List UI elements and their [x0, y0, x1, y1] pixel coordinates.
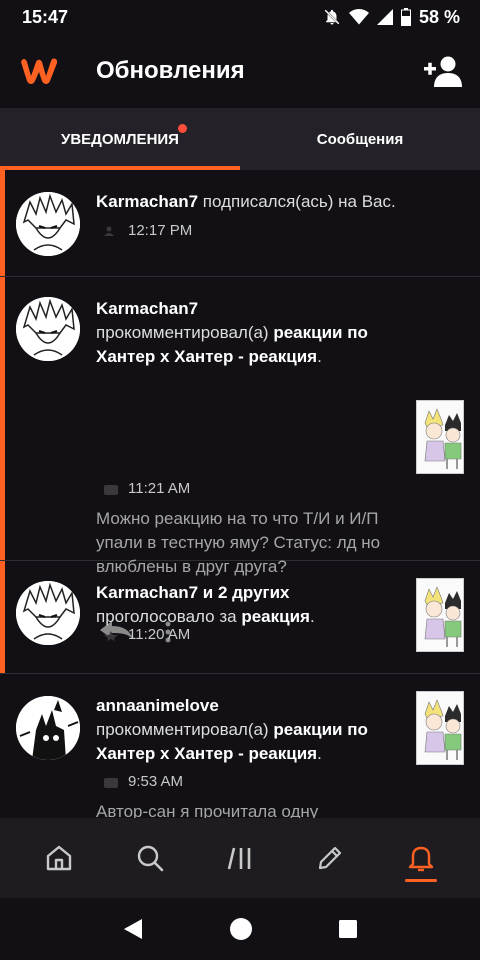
notification-time: 11:21 AM	[128, 480, 191, 497]
notification-user[interactable]: Karmachan7	[96, 299, 198, 318]
add-user-icon[interactable]	[424, 55, 462, 87]
tab-messages[interactable]: Сообщения	[240, 108, 480, 170]
notification-user[interactable]: Karmachan7	[96, 192, 198, 211]
avatar-image	[16, 192, 80, 256]
story-cover-image	[417, 692, 463, 764]
notification-text: Karmachan7 и 2 других проголосовало за р…	[96, 581, 406, 629]
tab-messages-label: Сообщения	[316, 130, 404, 148]
tab-notifications[interactable]: УВЕДОМЛЕНИЯ	[0, 108, 240, 170]
notification-item[interactable]: Karmachan7 прокомментировал(а) реакции п…	[0, 277, 480, 643]
avatar[interactable]	[16, 581, 80, 645]
notification-text: Karmachan7 подписался(ась) на Вас.	[96, 190, 416, 214]
notification-item[interactable]: Karmachan7 подписался(ась) на Вас. 12:17…	[0, 170, 480, 277]
notification-list[interactable]: Karmachan7 подписался(ась) на Вас. 12:17…	[0, 170, 480, 818]
tab-notifications-label: УВЕДОМЛЕНИЯ	[61, 130, 179, 148]
mute-notifications-icon	[324, 9, 340, 25]
status-icons: 58 %	[323, 7, 460, 28]
nav-notifications[interactable]	[391, 828, 451, 888]
period: .	[317, 347, 322, 366]
home-icon	[46, 845, 72, 871]
nav-write[interactable]	[300, 828, 360, 888]
period: .	[309, 607, 315, 626]
avatar-image	[16, 297, 80, 361]
home-button-icon[interactable]	[229, 917, 253, 941]
app-header: Обновления	[0, 34, 480, 108]
wattpad-logo-icon[interactable]	[18, 56, 60, 86]
comment-preview: Автор-сан я прочитала одну	[96, 802, 319, 818]
tab-bar: УВЕДОМЛЕНИЯ Сообщения	[0, 108, 480, 170]
story-cover-image	[417, 579, 463, 651]
write-icon	[319, 846, 342, 870]
story-cover-thumbnail[interactable]	[416, 578, 464, 652]
notification-action: прокомментировал(а)	[96, 720, 269, 739]
notification-item[interactable]: Karmachan7 и 2 других проголосовало за р…	[0, 561, 480, 674]
vote-type-icon	[104, 631, 118, 641]
story-cover-thumbnail[interactable]	[416, 400, 464, 474]
nav-home[interactable]	[29, 828, 89, 888]
avatar[interactable]	[16, 192, 80, 256]
notification-time: 11:20 AM	[128, 626, 191, 643]
status-time: 15:47	[22, 6, 69, 27]
nav-search[interactable]	[120, 828, 180, 888]
follow-type-icon	[104, 226, 114, 236]
story-cover-image	[417, 401, 463, 473]
notification-item[interactable]: annaanimelove прокомментировал(а) реакци…	[0, 674, 480, 818]
notification-text: Karmachan7 прокомментировал(а) реакции п…	[96, 297, 396, 369]
comment-type-icon	[104, 485, 118, 495]
page-title: Обновления	[96, 57, 245, 84]
unread-dot	[178, 124, 187, 133]
notification-text: annaanimelove прокомментировал(а) реакци…	[96, 694, 406, 766]
notification-action: прокомментировал(а)	[96, 323, 269, 342]
bottom-nav	[0, 818, 480, 898]
notifications-bell-icon	[408, 846, 433, 872]
system-nav-bar	[0, 898, 480, 960]
period: .	[317, 744, 322, 763]
notification-action: подписался(ась) на Вас.	[202, 192, 396, 211]
cell-signal-icon	[376, 9, 393, 25]
notification-user[interactable]: annaanimelove	[96, 696, 219, 715]
comment-type-icon	[104, 778, 118, 788]
notification-action: проголосовало за	[96, 607, 237, 626]
notification-time: 12:17 PM	[128, 222, 193, 239]
status-bar: 15:47 58 %	[0, 0, 480, 34]
avatar[interactable]	[16, 696, 80, 760]
recents-icon[interactable]	[338, 919, 358, 939]
wifi-icon	[348, 9, 369, 25]
avatar-image	[16, 581, 80, 645]
battery-icon	[400, 8, 411, 26]
notification-time: 9:53 AM	[128, 773, 184, 790]
avatar[interactable]	[16, 297, 80, 361]
nav-library[interactable]	[210, 828, 270, 888]
battery-percent: 58 %	[418, 6, 460, 27]
back-icon[interactable]	[122, 917, 144, 941]
notification-user[interactable]: Karmachan7 и 2 других	[96, 583, 290, 602]
avatar-image	[16, 696, 80, 760]
notification-target[interactable]: реакция	[241, 607, 310, 626]
story-cover-thumbnail[interactable]	[416, 691, 464, 765]
library-icon	[227, 847, 251, 870]
search-icon	[137, 845, 163, 872]
